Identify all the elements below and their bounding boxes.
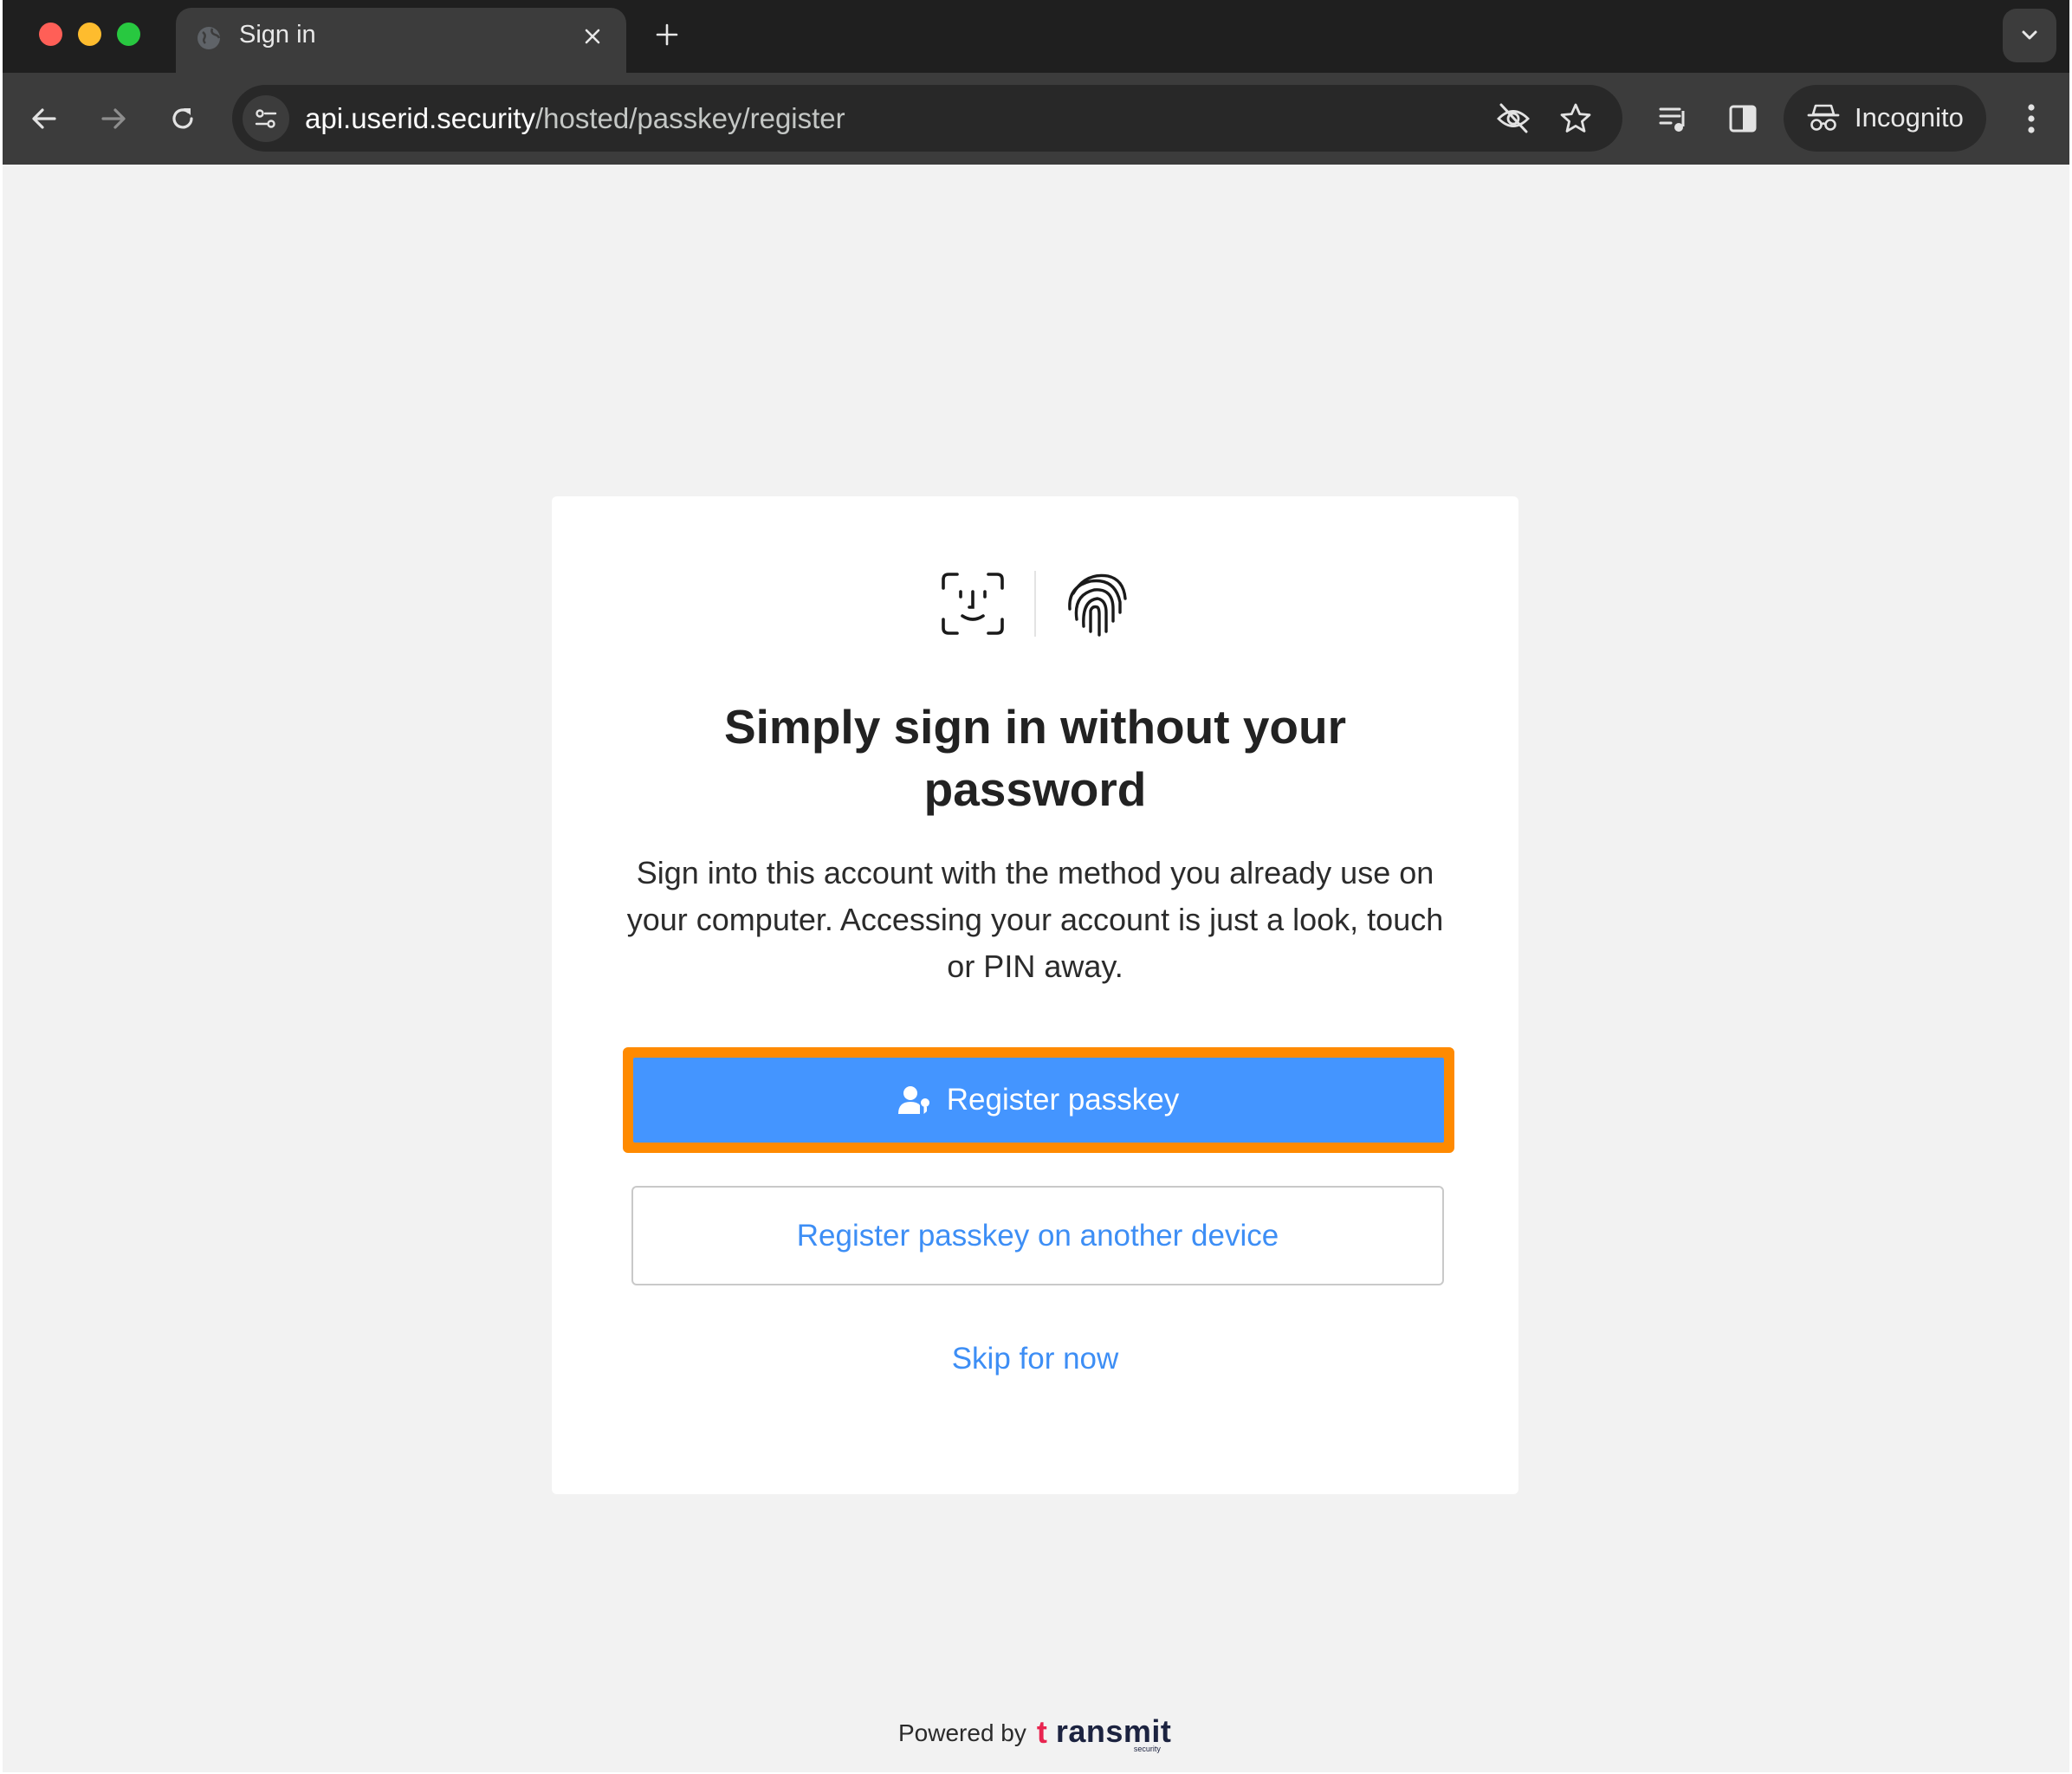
- highlight-frame: Register passkey: [623, 1047, 1454, 1153]
- reload-icon[interactable]: [162, 98, 204, 139]
- plus-icon[interactable]: [651, 18, 683, 51]
- address-bar[interactable]: api.userid.security/hosted/passkey/regis…: [232, 85, 1622, 152]
- close-window-button[interactable]: [39, 23, 62, 46]
- arrow-right-icon[interactable]: [93, 98, 134, 139]
- register-passkey-button[interactable]: Register passkey: [633, 1058, 1444, 1143]
- kebab-icon[interactable]: [2012, 97, 2050, 140]
- page-title: Simply sign in without your password: [723, 700, 1347, 816]
- maximize-window-button[interactable]: [117, 23, 140, 46]
- face-id-icon: [940, 571, 1006, 637]
- globe-icon: [195, 24, 223, 52]
- register-another-device-button[interactable]: Register passkey on another device: [631, 1186, 1444, 1285]
- tune-icon[interactable]: [243, 95, 289, 142]
- page-description: Sign into this account with the method y…: [626, 855, 1444, 984]
- incognito-indicator[interactable]: Incognito: [1784, 85, 1986, 152]
- tab-sign-in[interactable]: Sign in: [176, 8, 626, 73]
- browser-toolbar: api.userid.security/hosted/passkey/regis…: [3, 73, 2069, 165]
- url-host: api.userid.security: [305, 102, 535, 134]
- close-icon[interactable]: [578, 22, 607, 51]
- skip-for-now-link[interactable]: Skip for now: [552, 1342, 1518, 1376]
- register-another-device-label: Register passkey on another device: [796, 1218, 1279, 1253]
- register-passkey-label: Register passkey: [946, 1083, 1180, 1117]
- brand-logo-t: t: [1036, 1714, 1047, 1750]
- footer: Powered by t ransmit security: [898, 1713, 1180, 1753]
- fingerprint-icon: [1063, 569, 1132, 638]
- minimize-window-button[interactable]: [78, 23, 101, 46]
- chevron-down-icon[interactable]: [2003, 9, 2056, 62]
- transmit-logo[interactable]: t ransmit security: [1037, 1713, 1180, 1753]
- biometric-icons: [552, 571, 1518, 657]
- side-panel-icon[interactable]: [1723, 99, 1763, 139]
- tab-strip: Sign in: [3, 0, 2069, 73]
- brand-logo-sub: security: [1133, 1745, 1161, 1753]
- user-key-icon: [897, 1084, 931, 1116]
- powered-by-text: Powered by: [898, 1719, 1026, 1746]
- url-path: /hosted/passkey/register: [534, 102, 845, 134]
- passkey-card: Simply sign in without your password Sig…: [552, 496, 1518, 1494]
- star-icon[interactable]: [1557, 100, 1595, 138]
- browser-window: Sign in api.userid.security/hosted/passk…: [3, 0, 2069, 1772]
- playlist-icon[interactable]: [1654, 99, 1693, 139]
- incognito-label: Incognito: [1855, 102, 1964, 133]
- arrow-left-icon[interactable]: [23, 98, 65, 139]
- tab-title: Sign in: [239, 21, 316, 49]
- eye-off-icon[interactable]: [1494, 100, 1532, 138]
- url-text[interactable]: api.userid.security/hosted/passkey/regis…: [305, 102, 845, 135]
- incognito-icon: [1806, 100, 1841, 135]
- icon-divider: [1034, 571, 1036, 637]
